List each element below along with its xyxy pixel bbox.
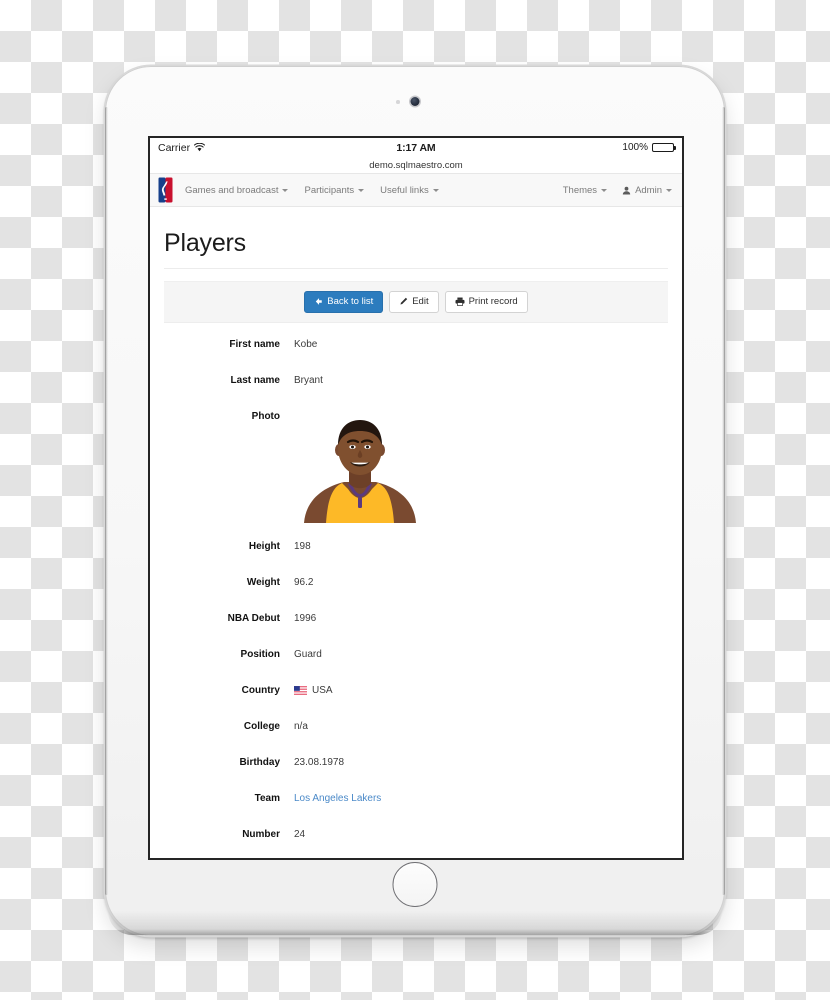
- nav-item-games-and-broadcast[interactable]: Games and broadcast: [185, 184, 289, 196]
- detail-row-last-name: Last name Bryant: [164, 375, 668, 387]
- detail-label: Photo: [251, 410, 280, 422]
- player-headshot-image: [294, 410, 426, 523]
- detail-row-photo: Photo: [164, 410, 668, 523]
- chevron-down-icon: [601, 188, 608, 192]
- battery-icon: [652, 143, 674, 152]
- back-to-list-button[interactable]: Back to list: [304, 291, 384, 313]
- player-photo: [294, 410, 426, 523]
- status-bar-clock: 1:17 AM: [396, 141, 436, 154]
- country-label: USA: [312, 684, 333, 696]
- detail-label: Weight: [246, 576, 280, 588]
- device-edge-right: [722, 107, 725, 895]
- nav-item-label: Themes: [562, 184, 598, 196]
- navbar-right-items: Themes Admin: [563, 185, 672, 196]
- chevron-down-icon: [666, 188, 672, 192]
- detail-row-first-name: First name Kobe: [164, 339, 668, 351]
- detail-value: 23.08.1978: [294, 756, 345, 768]
- detail-row-country: Country USA: [164, 685, 668, 697]
- nav-item-admin[interactable]: Admin: [622, 185, 672, 196]
- device-edge-left: [105, 107, 108, 895]
- detail-value: Bryant: [294, 374, 323, 386]
- status-bar-right: 100%: [436, 142, 674, 153]
- home-button[interactable]: [392, 862, 438, 907]
- detail-value: 96.2: [294, 576, 314, 588]
- detail-label: College: [243, 720, 280, 732]
- user-icon: [622, 186, 631, 194]
- detail-label: Height: [248, 540, 280, 552]
- detail-label: Last name: [230, 374, 280, 386]
- us-flag-icon: [294, 686, 307, 695]
- ambient-light-sensor: [396, 100, 400, 104]
- detail-value: Kobe: [294, 338, 318, 350]
- nav-item-useful-links[interactable]: Useful links: [380, 185, 439, 196]
- nav-item-label: Admin: [635, 184, 662, 196]
- browser-url-bar[interactable]: demo.sqlmaestro.com: [150, 157, 682, 173]
- detail-row-weight: Weight 96.2: [164, 577, 668, 589]
- detail-label: Country: [241, 684, 280, 696]
- ios-status-bar: Carrier 1:17 AM 100%: [150, 138, 682, 157]
- detail-label: Number: [242, 828, 280, 840]
- nav-item-label: Participants: [304, 184, 355, 196]
- detail-row-number: Number 24: [164, 829, 668, 841]
- site-navbar: Games and broadcast Participants Useful …: [150, 173, 682, 207]
- battery-percent-label: 100%: [622, 142, 648, 153]
- edit-button[interactable]: Edit: [389, 291, 439, 313]
- carrier-label: Carrier: [158, 141, 191, 154]
- status-bar-left: Carrier: [158, 142, 396, 154]
- detail-label: Team: [254, 792, 280, 804]
- wifi-icon: [194, 143, 206, 152]
- pencil-icon: [400, 297, 408, 305]
- back-to-list-label: Back to list: [327, 296, 374, 307]
- print-record-button[interactable]: Print record: [444, 291, 528, 313]
- nav-item-label: Games and broadcast: [185, 184, 279, 196]
- chevron-down-icon: [432, 188, 439, 192]
- detail-label: First name: [229, 338, 280, 350]
- detail-label: NBA Debut: [227, 612, 280, 624]
- detail-value: n/a: [294, 720, 308, 732]
- tablet-screen: Carrier 1:17 AM 100% demo.sqlmaestro.com: [148, 136, 684, 860]
- arrow-left-icon: [316, 298, 323, 306]
- nav-item-participants[interactable]: Participants: [304, 184, 365, 196]
- chevron-down-icon: [282, 188, 289, 192]
- tablet-device: Carrier 1:17 AM 100% demo.sqlmaestro.com: [105, 66, 725, 936]
- nav-item-themes[interactable]: Themes: [562, 184, 608, 196]
- printer-icon: [455, 297, 465, 307]
- detail-row-nba-debut: NBA Debut 1996: [164, 613, 668, 625]
- page-content: Players Back to list Edit Print record F…: [150, 229, 682, 859]
- navbar-left-items: Games and broadcast Participants Useful …: [185, 185, 563, 196]
- detail-row-college: College n/a: [164, 721, 668, 733]
- detail-row-birthday: Birthday 23.08.1978: [164, 757, 668, 769]
- detail-row-height: Height 198: [164, 541, 668, 553]
- team-link[interactable]: Los Angeles Lakers: [294, 793, 381, 805]
- detail-label: Birthday: [239, 756, 280, 768]
- detail-value: 1996: [294, 612, 317, 624]
- record-detail-list: First name Kobe Last name Bryant Photo H…: [164, 333, 668, 859]
- detail-value-country: USA: [294, 685, 333, 697]
- nba-logo-icon: [158, 177, 173, 203]
- print-record-label: Print record: [468, 296, 518, 307]
- url-text: demo.sqlmaestro.com: [369, 159, 463, 171]
- edit-label: Edit: [412, 296, 429, 307]
- detail-value: 198: [294, 540, 311, 552]
- page-title: Players: [164, 229, 668, 269]
- chevron-down-icon: [358, 188, 365, 192]
- detail-row-position: Position Guard: [164, 649, 668, 661]
- nav-item-label: Useful links: [380, 184, 429, 196]
- detail-value: 24: [294, 828, 306, 840]
- detail-label: Position: [240, 648, 280, 660]
- detail-value: Guard: [294, 648, 322, 660]
- record-toolbar: Back to list Edit Print record: [164, 281, 668, 323]
- detail-row-team: Team Los Angeles Lakers: [164, 793, 668, 805]
- front-camera: [410, 97, 420, 106]
